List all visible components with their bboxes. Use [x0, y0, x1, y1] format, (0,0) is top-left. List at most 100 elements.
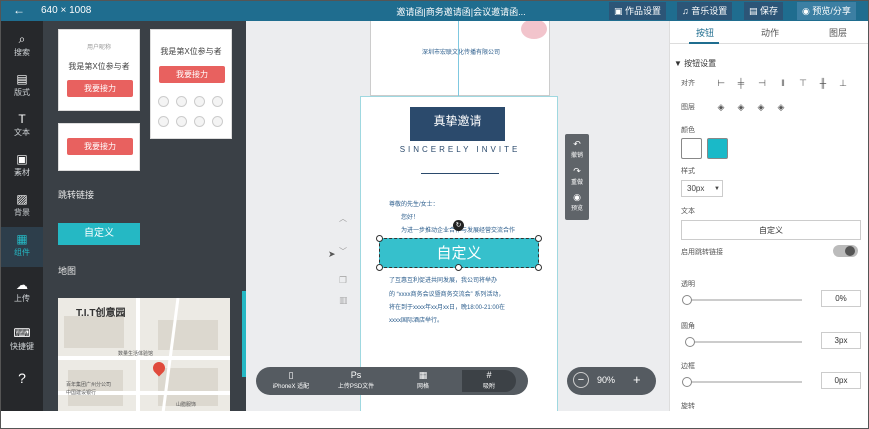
back-arrow-icon[interactable]: ←	[13, 3, 25, 17]
zoom-in-button[interactable]: +	[633, 372, 641, 387]
bring-forward-icon[interactable]: ◈	[736, 102, 746, 112]
upload-psd-button[interactable]: Ps 上传PSD文件	[329, 370, 383, 392]
send-to-back-icon[interactable]: ◈	[776, 102, 786, 112]
preview-button[interactable]: ◉ 预览	[565, 192, 589, 212]
section-header[interactable]: ▼ 按钮设置	[674, 58, 716, 69]
invite-line[interactable]: 了互惠互利促进共同发展，我公司将举办	[389, 275, 497, 284]
radius-slider[interactable]	[685, 337, 802, 347]
eye-icon: ◉	[573, 192, 581, 202]
resize-handle[interactable]	[376, 264, 383, 271]
relay-button: 我要接力	[67, 138, 133, 155]
map-component[interactable]: T.I.T创意园 数量生活体验馆 百年集团广州分公司 中国建设银行 山腊服饰	[58, 298, 230, 411]
invite-line[interactable]: 尊敬的先生/女士：	[389, 199, 439, 208]
preview-share-button[interactable]: ◉ 预览/分享	[797, 2, 856, 20]
invite-line[interactable]: 将在到于xxxx年xx月xx日，晚18:00-21:00在	[389, 302, 505, 311]
help-button[interactable]: ?	[1, 363, 43, 393]
tab-action[interactable]: 动作	[740, 26, 800, 39]
rail-assets[interactable]: ▣ 素材	[1, 147, 43, 187]
delete-icon[interactable]: ▥	[339, 295, 348, 306]
align-label: 对齐	[681, 80, 695, 87]
rotate-label: 旋转	[681, 403, 695, 410]
chevron-down-icon[interactable]: ﹀	[339, 246, 347, 257]
rail-background[interactable]: ▨ 背景	[1, 187, 43, 227]
tab-layers[interactable]: 图层	[808, 26, 868, 39]
style-label: 样式	[681, 168, 695, 175]
font-size-select[interactable]: 30px ▼	[681, 180, 723, 197]
history-toolbar: ↶ 撤销 ↷ 重做 ◉ 预览	[565, 134, 589, 220]
align-bottom-icon[interactable]: ⊥	[838, 78, 848, 88]
relay-card-1[interactable]: 用户昵称 我是第X位参与者 我要接力	[58, 29, 140, 111]
editor-canvas[interactable]: 深圳市宏联文化传播有限公司 真挚邀请 SINCERELY INVITE 尊敬的先…	[246, 21, 669, 411]
rail-components[interactable]: ▦ 组件	[1, 227, 43, 267]
resize-handle[interactable]	[376, 235, 383, 242]
text-icon: T	[18, 112, 26, 126]
radius-input[interactable]: 3px	[821, 332, 861, 349]
redo-button[interactable]: ↷ 重做	[565, 166, 589, 186]
align-middle-icon[interactable]: ╫	[818, 78, 828, 88]
keyboard-icon: ⌨	[13, 326, 31, 340]
previous-page[interactable]: 深圳市宏联文化传播有限公司	[370, 21, 550, 96]
relay-card-2[interactable]: 我是第X位参与者 我要接力	[150, 29, 232, 139]
grid-button[interactable]: ▦ 网格	[396, 370, 450, 392]
rail-text[interactable]: T 文本	[1, 107, 43, 147]
slider-knob[interactable]	[682, 295, 692, 305]
relay-card-3[interactable]: 我要接力	[58, 123, 140, 171]
custom-link-button[interactable]: 自定义	[58, 223, 140, 245]
copy-icon[interactable]: ❐	[339, 275, 347, 286]
iphonex-adapt-button[interactable]: ▯ iPhoneX 适配	[264, 370, 318, 392]
sincerely-invite-text[interactable]: SINCERELY INVITE	[361, 145, 559, 154]
rail-search[interactable]: ⌕ 搜索	[1, 27, 43, 67]
opacity-slider[interactable]	[682, 295, 802, 305]
color-swatch-white[interactable]	[681, 138, 702, 159]
rail-shortcuts[interactable]: ⌨ 快捷键	[1, 321, 43, 361]
snap-button[interactable]: # 吸附	[462, 370, 516, 392]
resize-handle[interactable]	[535, 235, 542, 242]
jump-link-toggle[interactable]	[833, 245, 858, 257]
tab-button[interactable]: 按钮	[675, 26, 735, 39]
zoom-control: − 90% +	[567, 367, 656, 395]
invite-line[interactable]: 的 “xxxx商务会议暨商务交流会” 系列活动，	[389, 289, 504, 298]
send-backward-icon[interactable]: ◈	[756, 102, 766, 112]
settings-button[interactable]: ▣ 作品设置	[609, 2, 667, 20]
layer-label: 图层	[681, 104, 695, 111]
bottom-toolbar: ▯ iPhoneX 适配 Ps 上传PSD文件 ▦ 网格 # 吸附	[256, 367, 528, 395]
save-button[interactable]: ▤ 保存	[744, 2, 784, 20]
grid-icon: ▦	[418, 370, 428, 380]
bring-to-front-icon[interactable]: ◈	[716, 102, 726, 112]
jump-link-heading: 跳转链接	[58, 190, 95, 200]
map-label: 中国建设银行	[66, 390, 97, 396]
avatar-placeholder	[158, 96, 169, 107]
align-right-icon[interactable]: ⊣	[757, 78, 767, 88]
color-swatch-teal[interactable]	[707, 138, 728, 159]
border-input[interactable]: 0px	[821, 372, 861, 389]
opacity-input[interactable]: 0%	[821, 290, 861, 307]
invite-line[interactable]: 您好！	[401, 212, 419, 221]
undo-icon: ↶	[573, 139, 581, 149]
avatar-placeholder	[176, 96, 187, 107]
undo-button[interactable]: ↶ 撤销	[565, 139, 589, 159]
jump-link-toggle-label: 启用跳转链接	[681, 249, 723, 256]
zoom-out-button[interactable]: −	[573, 372, 589, 388]
resize-handle[interactable]	[535, 264, 542, 271]
align-center-icon[interactable]: ╪	[736, 78, 746, 88]
map-label: 数量生活体验馆	[118, 351, 154, 357]
resize-handle[interactable]	[455, 264, 462, 271]
invite-line[interactable]: xxxx国际酒店举行。	[389, 315, 443, 324]
rotate-handle-icon[interactable]: ↻	[453, 220, 464, 231]
border-slider[interactable]	[682, 377, 802, 387]
rail-layout[interactable]: ▤ 版式	[1, 67, 43, 107]
music-button[interactable]: ♫ 音乐设置	[677, 2, 733, 20]
slider-knob[interactable]	[685, 337, 696, 347]
slider-knob[interactable]	[682, 377, 692, 387]
invite-banner[interactable]: 真挚邀请	[410, 107, 505, 141]
zoom-level: 90%	[597, 375, 616, 385]
align-left-icon[interactable]: ⊢	[716, 78, 726, 88]
align-top-icon[interactable]: ⊤	[798, 78, 808, 88]
distribute-icon[interactable]: ‖	[778, 78, 788, 88]
chevron-up-icon[interactable]: ︿	[339, 213, 347, 224]
button-text-input[interactable]: 自定义	[681, 220, 861, 240]
properties-panel: 按钮 动作 图层 ▼ 按钮设置 对齐 ⊢ ╪ ⊣ ‖ ⊤ ╫ ⊥ 图层 ◈ ◈ …	[669, 21, 868, 411]
map-heading: 地图	[58, 266, 77, 276]
rail-upload[interactable]: ☁ 上传	[1, 273, 43, 313]
invitation-page[interactable]: 真挚邀请 SINCERELY INVITE 尊敬的先生/女士： 您好！ 为进一步…	[360, 96, 558, 411]
